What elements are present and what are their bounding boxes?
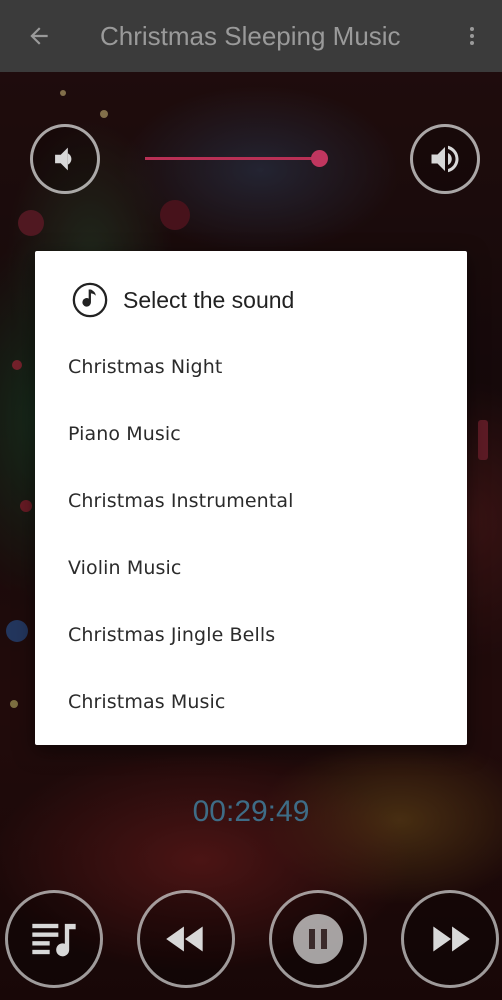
rewind-button[interactable] — [137, 890, 235, 988]
app-toolbar: Christmas Sleeping Music — [0, 0, 502, 72]
playlist-button[interactable] — [5, 890, 103, 988]
dialog-header: Select the sound — [71, 281, 294, 319]
app-title: Christmas Sleeping Music — [100, 20, 401, 51]
sound-option-christmas-instrumental[interactable]: Christmas Instrumental — [35, 467, 467, 534]
sound-option-christmas-music[interactable]: Christmas Music — [35, 668, 467, 735]
sound-option-christmas-night[interactable]: Christmas Night — [35, 333, 467, 400]
pause-button[interactable] — [269, 890, 367, 988]
rewind-icon — [166, 926, 203, 952]
more-options-button[interactable] — [442, 0, 502, 72]
pause-icon — [293, 914, 343, 964]
sound-options-list: Christmas Night Piano Music Christmas In… — [35, 333, 467, 735]
sound-option-piano-music[interactable]: Piano Music — [35, 400, 467, 467]
sound-option-christmas-jingle-bells[interactable]: Christmas Jingle Bells — [35, 601, 467, 668]
music-note-icon — [72, 282, 108, 318]
arrow-left-icon — [30, 27, 48, 45]
fast-forward-icon — [433, 926, 470, 952]
volume-up-icon — [431, 145, 459, 173]
select-sound-dialog: Select the sound Christmas Night Piano M… — [35, 251, 467, 745]
volume-slider-thumb[interactable] — [311, 150, 328, 167]
sound-option-violin-music[interactable]: Violin Music — [35, 534, 467, 601]
playlist-music-icon — [32, 923, 76, 957]
volume-slider-track[interactable] — [145, 157, 320, 160]
playback-timer: 00:29:49 — [192, 795, 310, 828]
volume-down-button[interactable] — [30, 124, 100, 194]
volume-down-icon — [55, 147, 72, 171]
more-vert-icon — [470, 27, 474, 45]
volume-up-button[interactable] — [410, 124, 480, 194]
fast-forward-button[interactable] — [401, 890, 499, 988]
back-button[interactable] — [0, 0, 78, 72]
dialog-title: Select the sound — [123, 286, 295, 313]
